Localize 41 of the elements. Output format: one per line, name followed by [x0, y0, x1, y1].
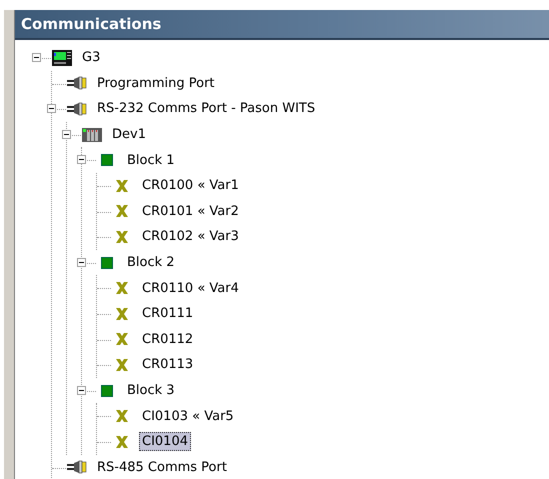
- expander[interactable]: [62, 130, 71, 139]
- tree-item[interactable]: Block 2: [124, 253, 178, 272]
- device-icon: [52, 50, 72, 66]
- tree-item[interactable]: CI0104: [139, 432, 191, 452]
- tree-item[interactable]: G3: [79, 48, 104, 68]
- rack-icon: [82, 128, 102, 142]
- tree-item[interactable]: Dev1: [109, 125, 149, 144]
- tree-item[interactable]: Block 1: [124, 150, 178, 170]
- tree-item[interactable]: CR0110 « Var4: [139, 278, 242, 298]
- tree-item[interactable]: CR0102 « Var3: [139, 227, 242, 246]
- cross-icon: [115, 204, 129, 218]
- tree-item[interactable]: CR0101 « Var2: [139, 202, 242, 221]
- cross-icon: [115, 281, 129, 296]
- cross-icon: [115, 306, 129, 321]
- cross-icon: [115, 230, 129, 244]
- tree-item[interactable]: Block 3: [124, 381, 178, 400]
- tree-item[interactable]: CR0100 « Var1: [139, 176, 242, 196]
- cross-icon: [115, 332, 129, 346]
- square-icon: [101, 384, 113, 397]
- expander[interactable]: [47, 104, 56, 114]
- expander[interactable]: [77, 258, 86, 267]
- tree-item[interactable]: CR0113: [139, 355, 196, 374]
- tree-item[interactable]: RS-485 Comms Port: [94, 458, 230, 477]
- connector-icon: [67, 102, 87, 116]
- square-icon: [101, 256, 113, 269]
- square-icon: [101, 154, 113, 166]
- tree-item[interactable]: RS-232 Comms Port - Pason WITS: [94, 99, 318, 118]
- expander[interactable]: [77, 386, 86, 395]
- tree-item[interactable]: CI0103 « Var5: [139, 406, 237, 426]
- expander[interactable]: [77, 155, 86, 164]
- expander[interactable]: [32, 53, 41, 62]
- cross-icon: [115, 178, 129, 193]
- cross-icon: [115, 409, 129, 424]
- connector-icon: [67, 76, 87, 90]
- panel-title: Communications: [15, 10, 549, 40]
- connector-icon: [67, 460, 87, 474]
- tree-item[interactable]: Programming Port: [94, 74, 218, 93]
- tree-item[interactable]: CR0112: [139, 330, 196, 349]
- tree-item[interactable]: CR0111: [139, 304, 196, 324]
- cross-icon: [115, 434, 129, 449]
- cross-icon: [115, 358, 129, 372]
